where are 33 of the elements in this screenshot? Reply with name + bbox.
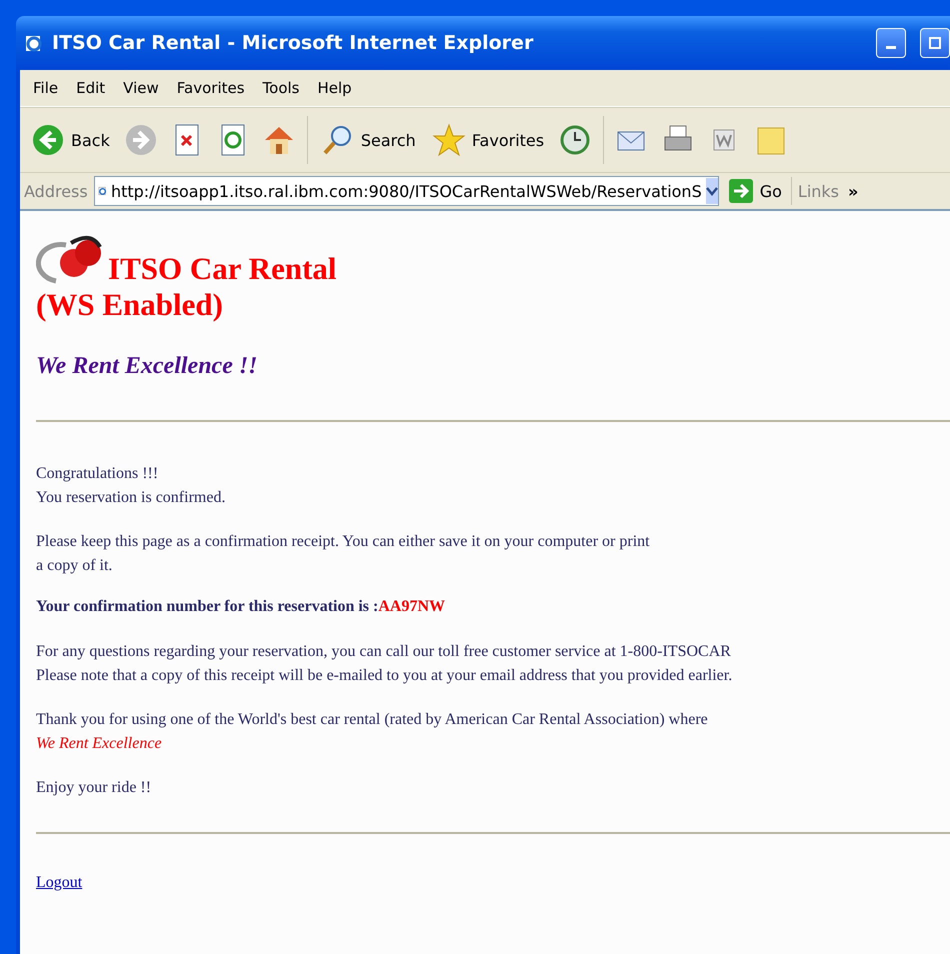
- browser-icon: [24, 33, 44, 53]
- paragraph: For any questions regarding your reservation, you can call our toll free customer service at 1-800-ITSOCAR Please note that a copy of this receipt will be e-mailed to you at your email address that you provided earlier.: [36, 642, 734, 686]
- links-label: Links: [798, 182, 840, 200]
- maximize-button[interactable]: [920, 28, 950, 58]
- maximize-icon: [929, 37, 941, 49]
- links-chevron[interactable]: »: [845, 180, 862, 202]
- address-field[interactable]: http://itsoapp1.itso.ral.ibm.com:9080/ITSOCarRentalWSWeb/ReservationS: [94, 176, 719, 206]
- back-button[interactable]: Back: [28, 121, 113, 159]
- minimize-button[interactable]: [876, 28, 906, 58]
- star-icon: [432, 123, 466, 157]
- menu-item[interactable]: Favorites: [170, 77, 252, 99]
- search-button[interactable]: Search: [318, 121, 419, 159]
- menu-item[interactable]: Help: [310, 77, 359, 99]
- window-title: ITSO Car Rental - Microsoft Internet Explorer: [52, 32, 534, 54]
- menu-item[interactable]: Edit: [69, 77, 112, 99]
- paragraph: Congratulations !!! You reservation is confirmed.: [36, 464, 226, 508]
- site-subtitle: (WS Enabled): [36, 287, 224, 323]
- dropdown-button[interactable]: [706, 178, 718, 204]
- go-button[interactable]: Go: [724, 176, 785, 206]
- logout-link[interactable]: Logout: [36, 874, 82, 891]
- confirmation-text: Your confirmation number for this reservation is :AA97NW: [36, 598, 446, 616]
- menu-item[interactable]: Tools: [256, 77, 306, 99]
- paragraph: Please keep this page as a confirmation receipt. You can either save it on your computer or print a copy of it.: [36, 532, 651, 576]
- caret-icon: [706, 186, 718, 196]
- menu-item[interactable]: View: [116, 77, 166, 99]
- thanks-text: Thank you for using one of the World's best car rental (rated by American Car Rental Association) where We Rent Excellence: [36, 710, 709, 754]
- address-label: Address: [24, 182, 88, 200]
- favorites-button[interactable]: Favorites: [428, 121, 548, 159]
- closing-text: Enjoy your ride !!: [36, 778, 152, 798]
- site-title: ITSO Car Rental: [108, 251, 337, 287]
- slogan: We Rent Excellence !!: [36, 353, 259, 380]
- minimize-icon: [886, 46, 896, 49]
- menu-item[interactable]: File: [26, 77, 66, 99]
